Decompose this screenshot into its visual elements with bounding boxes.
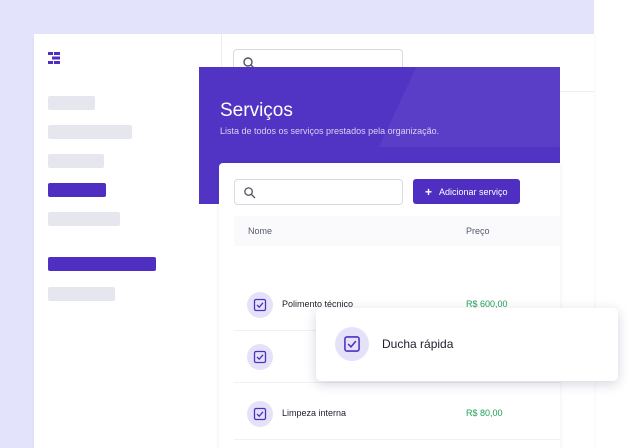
search-icon bbox=[244, 187, 256, 199]
table-row[interactable]: Limpeza interna R$ 80,00 bbox=[234, 388, 560, 440]
sidebar bbox=[34, 34, 222, 448]
logo-icon bbox=[48, 52, 60, 64]
services-card: + Adicionar serviço Nome Preço Polimento… bbox=[219, 163, 560, 448]
check-square-icon bbox=[247, 292, 273, 318]
sidebar-item-highlight[interactable] bbox=[48, 257, 156, 271]
sidebar-item-active[interactable] bbox=[48, 183, 106, 197]
services-search-input[interactable] bbox=[234, 179, 403, 205]
service-price: R$ 80,00 bbox=[466, 408, 503, 418]
canvas: Serviços Lista de todos os serviços pres… bbox=[0, 0, 639, 448]
highlighted-service-name: Ducha rápida bbox=[382, 337, 454, 351]
check-square-icon bbox=[247, 401, 273, 427]
check-square-icon bbox=[247, 344, 273, 370]
page-title: Serviços bbox=[220, 100, 293, 121]
sidebar-item-5[interactable] bbox=[48, 212, 120, 226]
service-name: Limpeza interna bbox=[282, 408, 347, 418]
add-service-button[interactable]: + Adicionar serviço bbox=[413, 179, 520, 204]
sidebar-item-7[interactable] bbox=[48, 287, 115, 301]
column-header-name: Nome bbox=[248, 226, 273, 236]
page-subtitle: Lista de todos os serviços prestados pel… bbox=[220, 126, 440, 136]
sidebar-item-3[interactable] bbox=[48, 154, 104, 168]
plus-icon: + bbox=[425, 184, 433, 199]
sidebar-item-1[interactable] bbox=[48, 96, 95, 110]
add-service-label: Adicionar serviço bbox=[439, 186, 508, 197]
column-header-price: Preço bbox=[466, 226, 490, 236]
table-header: Nome Preço bbox=[234, 216, 560, 246]
sidebar-item-2[interactable] bbox=[48, 125, 132, 139]
highlighted-service-card[interactable]: Ducha rápida bbox=[316, 308, 618, 381]
check-square-icon bbox=[335, 327, 369, 361]
